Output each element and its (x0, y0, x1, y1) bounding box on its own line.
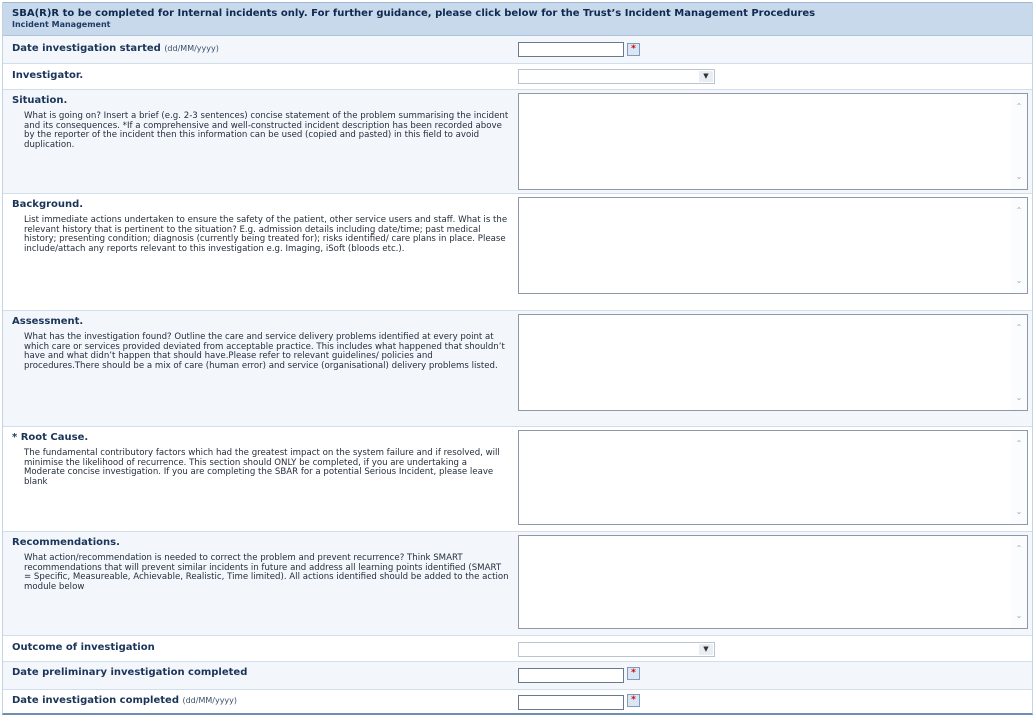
background-label: Background. (12, 199, 84, 210)
assessment-textarea[interactable]: ⌃ ⌄ (518, 314, 1028, 411)
situation-help-text: What is going on? Insert a brief (e.g. 2… (24, 111, 509, 150)
chevron-down-icon[interactable]: ▼ (699, 644, 713, 655)
date-started-input[interactable] (518, 42, 624, 57)
date-completed-input[interactable] (518, 695, 624, 710)
date-preliminary-input[interactable] (518, 668, 624, 683)
background-help-text: List immediate actions undertaken to ens… (24, 215, 508, 254)
form-title: SBA(R)R to be completed for Internal inc… (12, 8, 816, 19)
scroll-down-icon[interactable]: ⌄ (1011, 172, 1027, 181)
scrollbar[interactable]: ⌃ ⌄ (1011, 315, 1027, 410)
row-situation: Situation. What is going on? Insert a br… (3, 90, 1032, 194)
scroll-down-icon[interactable]: ⌄ (1011, 276, 1027, 285)
outcome-label: Outcome of investigation (12, 642, 155, 653)
scroll-down-icon[interactable]: ⌄ (1011, 507, 1027, 516)
root-cause-label: * Root Cause. (12, 432, 89, 443)
row-investigator: Investigator. ▼ (3, 64, 1032, 90)
root-cause-help-text: The fundamental contributory factors whi… (24, 448, 500, 487)
date-completed-label: Date investigation completed (dd/MM/yyyy… (12, 695, 238, 706)
outcome-select[interactable]: ▼ (518, 642, 715, 657)
scrollbar[interactable]: ⌃ ⌄ (1011, 198, 1027, 293)
recommendations-help-text: What action/recommendation is needed to … (24, 553, 509, 592)
scrollbar[interactable]: ⌃ ⌄ (1011, 94, 1027, 189)
recommendations-label: Recommendations. (12, 537, 120, 548)
chevron-down-icon[interactable]: ▼ (699, 71, 713, 82)
form-subtitle: Incident Management (12, 20, 111, 29)
assessment-label: Assessment. (12, 316, 84, 327)
scroll-up-icon[interactable]: ⌃ (1011, 102, 1027, 111)
scrollbar[interactable]: ⌃ ⌄ (1011, 431, 1027, 524)
scroll-up-icon[interactable]: ⌃ (1011, 544, 1027, 553)
row-date-started: Date investigation started (dd/MM/yyyy) … (3, 36, 1032, 64)
assessment-help-text: What has the investigation found? Outlin… (24, 332, 505, 371)
row-root-cause: * Root Cause. The fundamental contributo… (3, 427, 1032, 532)
row-date-preliminary: Date preliminary investigation completed… (3, 662, 1032, 690)
row-background: Background. List immediate actions under… (3, 194, 1032, 311)
row-assessment: Assessment. What has the investigation f… (3, 311, 1032, 427)
date-started-label: Date investigation started (dd/MM/yyyy) (12, 43, 219, 54)
required-star-icon: * (627, 667, 640, 680)
required-star-icon: * (627, 694, 640, 707)
scroll-up-icon[interactable]: ⌃ (1011, 439, 1027, 448)
date-format-hint: (dd/MM/yyyy) (182, 696, 238, 705)
investigator-label: Investigator. (12, 70, 84, 81)
scroll-down-icon[interactable]: ⌄ (1011, 393, 1027, 402)
row-date-completed: Date investigation completed (dd/MM/yyyy… (3, 690, 1032, 713)
row-recommendations: Recommendations. What action/recommendat… (3, 532, 1032, 636)
root-cause-textarea[interactable]: ⌃ ⌄ (518, 430, 1028, 525)
recommendations-textarea[interactable]: ⌃ ⌄ (518, 535, 1028, 629)
scroll-up-icon[interactable]: ⌃ (1011, 323, 1027, 332)
required-star-icon: * (627, 43, 640, 56)
scrollbar[interactable]: ⌃ ⌄ (1011, 536, 1027, 628)
scroll-down-icon[interactable]: ⌄ (1011, 611, 1027, 620)
row-outcome: Outcome of investigation ▼ (3, 636, 1032, 662)
form-header: SBA(R)R to be completed for Internal inc… (3, 2, 1032, 36)
date-preliminary-label: Date preliminary investigation completed (12, 667, 248, 678)
investigator-select[interactable]: ▼ (518, 69, 715, 84)
date-format-hint: (dd/MM/yyyy) (164, 44, 219, 53)
situation-textarea[interactable]: ⌃ ⌄ (518, 93, 1028, 190)
scroll-up-icon[interactable]: ⌃ (1011, 206, 1027, 215)
background-textarea[interactable]: ⌃ ⌄ (518, 197, 1028, 294)
situation-label: Situation. (12, 95, 68, 106)
sbarr-form: SBA(R)R to be completed for Internal inc… (2, 2, 1033, 715)
